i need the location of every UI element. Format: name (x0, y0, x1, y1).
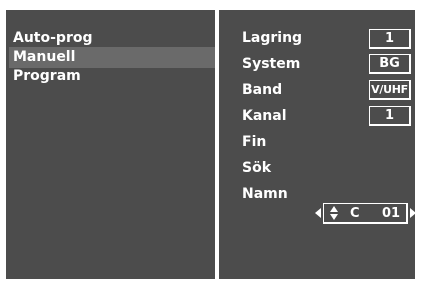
left-menu-panel: Auto-prog Manuell Program (6, 10, 215, 279)
up-down-arrows-icon[interactable] (330, 206, 340, 222)
menu-item-program[interactable]: Program (9, 66, 215, 87)
triangle-right-icon[interactable] (410, 208, 416, 218)
field-label-system: System (242, 56, 301, 72)
menu-item-manuell[interactable]: Manuell (9, 47, 215, 68)
menu-item-auto-prog[interactable]: Auto-prog (9, 28, 215, 49)
settings-panel: Lagring 1 System BG Band V/UHF Kanal 1 F… (219, 10, 416, 279)
field-label-lagring: Lagring (242, 30, 303, 46)
name-number: 01 (382, 206, 401, 221)
triangle-left-icon[interactable] (315, 208, 321, 218)
menu-item-label: Program (13, 68, 81, 84)
field-label-kanal: Kanal (242, 108, 287, 124)
name-edit-box[interactable]: C 01 (323, 203, 408, 224)
down-arrow-icon (330, 214, 338, 220)
field-label-fin[interactable]: Fin (242, 133, 266, 151)
name-letter: C (350, 206, 360, 221)
band-value-box[interactable]: V/UHF (369, 80, 411, 100)
menu-item-label: Auto-prog (13, 30, 93, 46)
tv-menu-screen: Auto-prog Manuell Program Lagring 1 Syst… (0, 0, 421, 281)
kanal-value-box[interactable]: 1 (369, 106, 411, 126)
field-label-sok[interactable]: Sök (242, 159, 271, 177)
field-label-namn: Namn (242, 186, 288, 202)
field-label-band: Band (242, 82, 283, 98)
lagring-value-box[interactable]: 1 (369, 29, 411, 49)
menu-item-label: Manuell (13, 49, 76, 65)
name-editor[interactable]: C 01 (315, 201, 416, 225)
system-value-box[interactable]: BG (369, 54, 411, 74)
up-arrow-icon (330, 206, 338, 212)
